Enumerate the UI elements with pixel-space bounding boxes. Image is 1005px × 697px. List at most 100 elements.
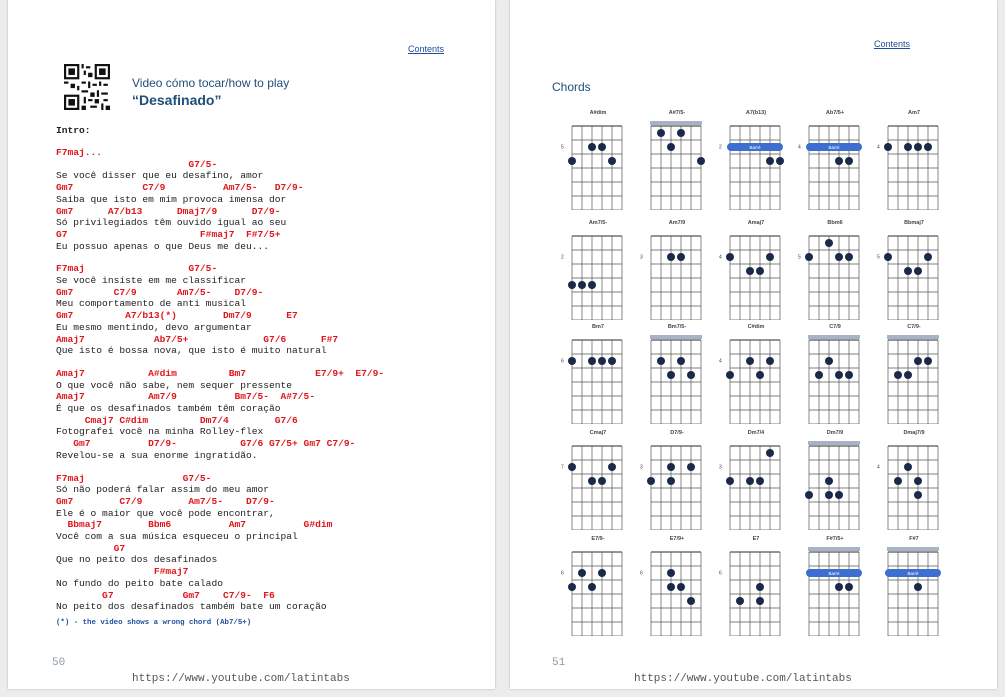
right-page: Contents Chords A#dim 5 A#7/5- A7(b13) 2 Barr… [510, 0, 997, 689]
finger-dot [924, 357, 932, 365]
finger-dot [677, 253, 685, 261]
barre-label: Barré [828, 571, 840, 576]
chord-diagram: Ab7/5+ 4 Barré [795, 104, 875, 214]
chord-line: Amaj7 Am7/9 Bm7/5- A#7/5- [56, 391, 316, 403]
lyric-line: Só privilegiados têm ouvido igual ao seu [56, 217, 287, 229]
chord-diagram: F#7 Barré [874, 530, 954, 640]
finger-dot [667, 253, 675, 261]
finger-dot [835, 253, 843, 261]
finger-dot [677, 357, 685, 365]
chord-diagram-svg: Cmaj7 7 [561, 430, 623, 530]
fret-number: 3 [719, 464, 722, 470]
finger-dot [884, 143, 892, 151]
finger-dot [815, 371, 823, 379]
fret-number: 4 [877, 144, 880, 150]
finger-dot [845, 583, 853, 591]
finger-dot [756, 371, 764, 379]
chord-diagram-svg: A#7/5- [650, 110, 705, 210]
chord-diagram-svg: A7(b13) 2 Barré [719, 110, 784, 210]
page-number: 51 [552, 657, 566, 669]
chord-diagram: E7 6 [716, 530, 796, 640]
chord-line: F7maj... [56, 147, 103, 158]
chord-name: Amaj7 [748, 220, 765, 226]
chord-name: A7(b13) [746, 110, 766, 116]
barre-label: Barré [907, 571, 919, 576]
chord-diagram: C7/9- [874, 318, 954, 428]
finger-dot [568, 157, 576, 165]
finger-dot [825, 239, 833, 247]
chord-diagram-svg: Bm7/5- [650, 324, 702, 424]
finger-dot [677, 583, 685, 591]
contents-link[interactable]: Contents [874, 39, 910, 49]
chord-diagram: Bm7 6 [558, 318, 638, 428]
chord-name: Dm7/4 [748, 430, 765, 436]
finger-dot [568, 281, 576, 289]
chord-diagram-svg: F#7 Barré [885, 536, 941, 636]
finger-dot [667, 569, 675, 577]
chord-diagram: E7/9- 6 [558, 530, 638, 640]
finger-dot [726, 253, 734, 261]
chord-diagram-svg: Bbm6 5 [798, 220, 860, 320]
chord-name: E7/9+ [670, 536, 685, 542]
finger-dot [825, 357, 833, 365]
finger-dot [884, 253, 892, 261]
finger-dot [904, 143, 912, 151]
lyric-line: Saiba que isto em mim provoca imensa dor [56, 193, 287, 205]
lyric-line: O que você não sabe, nem sequer pressent… [56, 379, 293, 391]
finger-dot [588, 477, 596, 485]
finger-dot [845, 371, 853, 379]
chord-diagram: C7/9 [795, 318, 875, 428]
finger-dot [904, 463, 912, 471]
finger-dot [894, 371, 902, 379]
chord-line: G7 F#maj7 F#7/5+ [56, 228, 281, 240]
nut-bar [808, 547, 860, 551]
chord-name: Bm7/5- [668, 324, 687, 330]
chord-line: F#maj7 [56, 566, 189, 578]
chord-diagram-svg: E7/9- 6 [561, 536, 623, 636]
chord-diagram-svg: C7/9- [887, 324, 939, 424]
finger-dot [598, 477, 606, 485]
chord-diagram-svg: Am7 4 [877, 110, 939, 210]
fret-number: 7 [561, 464, 564, 470]
lyric-line: Só não poderá falar assim do meu amor [56, 484, 270, 496]
footer-link[interactable]: https://www.youtube.com/latintabs [132, 673, 350, 685]
footer-link[interactable]: https://www.youtube.com/latintabs [634, 673, 852, 685]
chord-name: E7/9- [591, 536, 604, 542]
fret-number: 6 [719, 570, 722, 576]
chord-diagram: Amaj7 4 [716, 214, 796, 324]
finger-dot [924, 143, 932, 151]
nut-bar [650, 335, 702, 339]
lyric-line: Eu mesmo mentindo, devo argumentar [56, 321, 252, 333]
chord-line: Gm7 C7/9 Am7/5- D7/9- [56, 495, 275, 507]
finger-dot [766, 157, 774, 165]
chord-diagram-svg: Am7/9 3 [640, 220, 702, 320]
finger-dot [697, 157, 705, 165]
chord-line: Gm7 C7/9 Am7/5- D7/9- [56, 286, 264, 298]
finger-dot [568, 583, 576, 591]
finger-dot [687, 463, 695, 471]
finger-dot [687, 371, 695, 379]
video-title-line1[interactable]: Video cómo tocar/how to play [132, 76, 289, 90]
chord-line: Gm7 A7/b13(*) Dm7/9 E7 [56, 310, 298, 322]
finger-dot [608, 463, 616, 471]
footnote: (*) - the video shows a wrong chord (Ab7… [56, 619, 252, 627]
finger-dot [588, 357, 596, 365]
finger-dot [578, 569, 586, 577]
left-page: Contents Video cómo tocar/how to play “D… [8, 0, 495, 689]
chord-diagram: Bm7/5- [637, 318, 717, 428]
contents-link[interactable]: Contents [408, 44, 444, 54]
finger-dot [746, 267, 754, 275]
chord-line: F7maj G7/5- [56, 472, 212, 484]
finger-dot [756, 267, 764, 275]
finger-dot [578, 281, 586, 289]
finger-dot [914, 143, 922, 151]
lyric-line: Fotografei você na minha Rolley-flex [56, 426, 264, 438]
finger-dot [766, 357, 774, 365]
finger-dot [598, 143, 606, 151]
qr-code-icon[interactable] [64, 64, 110, 110]
lyric-line: Você com a sua música esqueceu o princip… [56, 531, 298, 542]
chord-name: F#7/5+ [826, 536, 843, 542]
chord-diagram: Cmaj7 7 [558, 424, 638, 534]
chord-diagram: E7/9+ 6 [637, 530, 717, 640]
lyric-line: Que isto é bossa nova, que isto é muito … [56, 345, 327, 357]
